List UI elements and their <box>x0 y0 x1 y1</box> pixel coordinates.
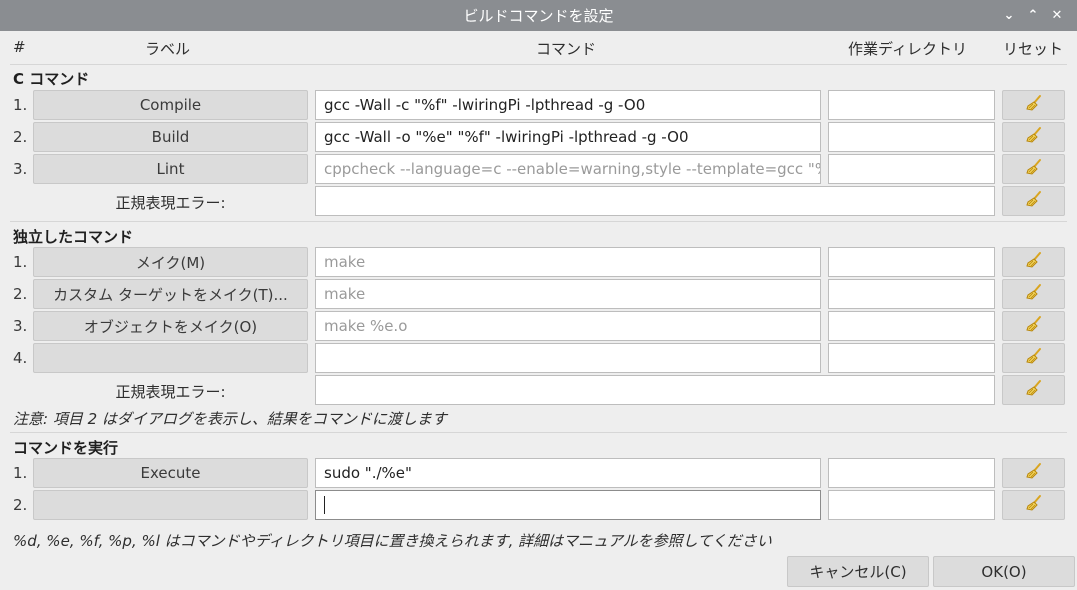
reset-button[interactable] <box>1002 247 1065 277</box>
separator <box>10 64 1067 65</box>
reset-button[interactable] <box>1002 311 1065 341</box>
workdir-input[interactable] <box>828 458 995 488</box>
label-button-make-custom-target[interactable]: カスタム ターゲットをメイク(T)... <box>33 279 308 309</box>
row-number: 4. <box>13 349 28 367</box>
reset-button[interactable] <box>1002 154 1065 184</box>
text-caret <box>324 496 325 514</box>
broom-icon <box>1025 251 1043 273</box>
window-title: ビルドコマンドを設定 <box>463 7 614 25</box>
regex-error-input[interactable] <box>315 375 995 405</box>
command-input-build[interactable]: gcc -Wall -o "%e" "%f" -lwiringPi -lpthr… <box>315 122 821 152</box>
minimize-icon[interactable]: ⌄ <box>997 8 1021 23</box>
workdir-input[interactable] <box>828 343 995 373</box>
regex-error-input[interactable] <box>315 186 995 216</box>
reset-button[interactable] <box>1002 186 1065 216</box>
regex-error-label: 正規表現エラー: <box>115 194 226 212</box>
reset-button[interactable] <box>1002 490 1065 520</box>
broom-icon <box>1025 494 1043 516</box>
label-button-compile[interactable]: Compile <box>33 90 308 120</box>
row-number: 3. <box>13 160 28 178</box>
workdir-input[interactable] <box>828 311 995 341</box>
broom-icon <box>1025 379 1043 401</box>
command-input-make-object[interactable]: make %e.o <box>315 311 821 341</box>
broom-icon <box>1025 283 1043 305</box>
window-controls: ⌄ ⌃ ✕ <box>997 0 1069 31</box>
broom-icon <box>1025 94 1043 116</box>
row-number: 2. <box>13 128 28 146</box>
command-input-make-custom[interactable]: make <box>315 279 821 309</box>
command-input-empty[interactable] <box>315 343 821 373</box>
command-input-focused[interactable] <box>315 490 821 520</box>
title-bar: ビルドコマンドを設定 ⌄ ⌃ ✕ <box>0 0 1077 31</box>
col-header-command: コマンド <box>536 40 597 58</box>
separator <box>10 432 1067 433</box>
workdir-input[interactable] <box>828 247 995 277</box>
note-placeholders: %d, %e, %f, %p, %l はコマンドやディレクトリ項目に置き換えられ… <box>13 532 772 550</box>
workdir-input[interactable] <box>828 279 995 309</box>
label-button-empty[interactable] <box>33 490 308 520</box>
workdir-input[interactable] <box>828 90 995 120</box>
broom-icon <box>1025 462 1043 484</box>
close-icon[interactable]: ✕ <box>1045 8 1069 23</box>
workdir-input[interactable] <box>828 154 995 184</box>
command-input-execute[interactable]: sudo "./%e" <box>315 458 821 488</box>
broom-icon <box>1025 190 1043 212</box>
maximize-icon[interactable]: ⌃ <box>1021 8 1045 23</box>
label-button-execute[interactable]: Execute <box>33 458 308 488</box>
reset-button[interactable] <box>1002 122 1065 152</box>
row-number: 1. <box>13 253 28 271</box>
label-button-empty[interactable] <box>33 343 308 373</box>
broom-icon <box>1025 315 1043 337</box>
col-header-reset: リセット <box>1003 40 1064 58</box>
row-number: 1. <box>13 96 28 114</box>
separator <box>10 221 1067 222</box>
row-number: 3. <box>13 317 28 335</box>
broom-icon <box>1025 126 1043 148</box>
section-title-execute: コマンドを実行 <box>13 439 119 457</box>
cancel-button[interactable]: キャンセル(C) <box>787 556 929 587</box>
command-input-compile[interactable]: gcc -Wall -c "%f" -lwiringPi -lpthread -… <box>315 90 821 120</box>
command-input-make[interactable]: make <box>315 247 821 277</box>
workdir-input[interactable] <box>828 122 995 152</box>
row-number: 1. <box>13 464 28 482</box>
reset-button[interactable] <box>1002 343 1065 373</box>
col-header-num: # <box>13 38 26 56</box>
note-dialog: 注意: 項目 2 はダイアログを表示し、結果をコマンドに渡します <box>13 410 447 428</box>
broom-icon <box>1025 158 1043 180</box>
command-input-lint[interactable]: cppcheck --language=c --enable=warning,s… <box>315 154 821 184</box>
reset-button[interactable] <box>1002 279 1065 309</box>
section-title-independent: 独立したコマンド <box>13 228 134 246</box>
row-number: 2. <box>13 496 28 514</box>
broom-icon <box>1025 347 1043 369</box>
col-header-workdir: 作業ディレクトリ <box>848 40 967 58</box>
regex-error-label: 正規表現エラー: <box>115 383 226 401</box>
label-button-build[interactable]: Build <box>33 122 308 152</box>
section-title-c: C コマンド <box>13 70 90 88</box>
label-button-make[interactable]: メイク(M) <box>33 247 308 277</box>
col-header-label: ラベル <box>145 40 191 58</box>
label-button-make-object[interactable]: オブジェクトをメイク(O) <box>33 311 308 341</box>
label-button-lint[interactable]: Lint <box>33 154 308 184</box>
reset-button[interactable] <box>1002 90 1065 120</box>
reset-button[interactable] <box>1002 375 1065 405</box>
row-number: 2. <box>13 285 28 303</box>
workdir-input[interactable] <box>828 490 995 520</box>
reset-button[interactable] <box>1002 458 1065 488</box>
ok-button[interactable]: OK(O) <box>933 556 1075 587</box>
